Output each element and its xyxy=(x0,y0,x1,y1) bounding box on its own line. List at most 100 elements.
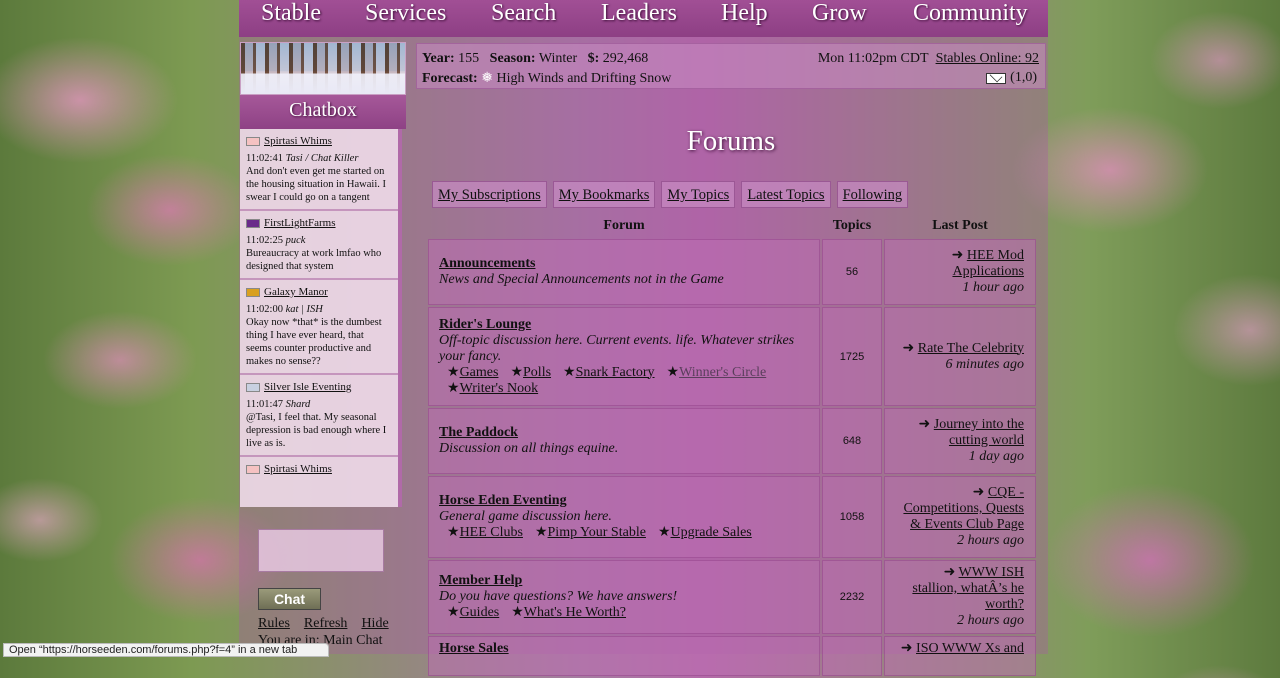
arrow-right-icon: ➜ xyxy=(902,340,915,356)
topic-count: 1058 xyxy=(822,476,882,558)
last-post-link[interactable]: WWW ISH stallion, whatÂ’s he worth? xyxy=(912,565,1024,612)
chat-text: @Tasi, I feel that. My seasonal depressi… xyxy=(246,412,387,449)
chat-text: Okay now *that* is the dumbest thing I h… xyxy=(246,317,382,367)
table-row: The Paddock Discussion on all things equi… xyxy=(428,408,1036,474)
chat-messages[interactable]: Spirtasi Whims 11:02:41 Tasi / Chat Kill… xyxy=(240,129,402,507)
arrow-right-icon: ➜ xyxy=(972,485,985,500)
chat-user-link[interactable]: Spirtasi Whims xyxy=(264,135,332,148)
forum-link[interactable]: Rider's Lounge xyxy=(439,317,809,333)
chat-message: FirstLightFarms 11:02:25 puck Bureaucrac… xyxy=(240,211,398,280)
col-forum: Forum xyxy=(603,218,645,233)
chat-rules-link[interactable]: Rules xyxy=(258,616,290,632)
nav-leaders[interactable]: Leaders xyxy=(601,0,677,27)
subforum-list: ★HEE Clubs ★Pimp Your Stable ★Upgrade Sa… xyxy=(439,525,809,541)
tab-following[interactable]: Following xyxy=(836,181,909,208)
topic-count: 56 xyxy=(822,239,882,305)
forum-link[interactable]: Member Help xyxy=(439,573,809,589)
table-row: Announcements News and Special Announceme… xyxy=(428,239,1036,305)
chat-hide-link[interactable]: Hide xyxy=(361,616,388,632)
top-nav: Stable Services Search Leaders Help Grow… xyxy=(239,0,1048,37)
star-icon: ★ xyxy=(563,364,576,380)
season-value: Winter xyxy=(538,51,578,66)
mail-icon[interactable] xyxy=(986,72,1007,84)
star-icon: ★ xyxy=(447,605,460,620)
chat-input[interactable] xyxy=(258,529,384,572)
year-value: 155 xyxy=(458,51,480,66)
chat-user-link[interactable]: Silver Isle Eventing xyxy=(264,381,351,394)
forum-tabs: My Subscriptions My Bookmarks My Topics … xyxy=(432,181,909,208)
nav-stable[interactable]: Stable xyxy=(261,0,321,27)
chat-text: And don't even get me started on the hou… xyxy=(246,166,386,203)
star-icon: ★ xyxy=(657,525,671,540)
table-row: Member Help Do you have questions? We hav… xyxy=(428,560,1036,634)
last-post-link[interactable]: Rate The Celebrity xyxy=(918,341,1024,356)
nav-search[interactable]: Search xyxy=(491,0,556,27)
topic-count: 1725 xyxy=(822,307,882,406)
last-post-link[interactable]: Journey into the cutting world xyxy=(934,417,1024,448)
star-icon: ★ xyxy=(511,605,524,620)
chat-message: Spirtasi Whims 11:02:41 Tasi / Chat Kill… xyxy=(240,129,398,211)
tab-my-bookmarks[interactable]: My Bookmarks xyxy=(552,181,656,208)
star-icon: ★ xyxy=(510,364,524,380)
subforum-link[interactable]: Upgrade Sales xyxy=(671,525,752,540)
subforum-link[interactable]: Pimp Your Stable xyxy=(548,525,646,540)
forum-link[interactable]: Horse Eden Eventing xyxy=(439,493,809,509)
nav-community[interactable]: Community xyxy=(913,0,1028,27)
subforum-link[interactable]: What's He Worth? xyxy=(524,605,626,620)
table-row: Horse Eden Eventing General game discussi… xyxy=(428,476,1036,558)
flag-icon xyxy=(246,465,260,474)
nav-services[interactable]: Services xyxy=(365,0,446,27)
forum-link[interactable]: The Paddock xyxy=(439,425,809,441)
last-post-link[interactable]: CQE - Competitions, Quests & Events Club… xyxy=(903,485,1024,532)
browser-status-bar: Open “https://horseeden.com/forums.php?f… xyxy=(3,643,329,657)
subforum-link[interactable]: Writer's Nook xyxy=(460,381,539,396)
stable-banner-image xyxy=(240,42,406,95)
topic-count: 648 xyxy=(822,408,882,474)
snowflake-icon: ❅ xyxy=(481,71,493,86)
nav-help[interactable]: Help xyxy=(721,0,768,27)
col-topics: Topics xyxy=(832,218,872,233)
star-icon: ★ xyxy=(666,364,680,380)
forecast-value: High Winds and Drifting Snow xyxy=(496,71,672,86)
nav-grow[interactable]: Grow xyxy=(812,0,867,27)
star-icon: ★ xyxy=(447,380,460,396)
subforum-link[interactable]: Snark Factory xyxy=(576,365,655,380)
stables-online-link[interactable]: Stables Online: 92 xyxy=(936,51,1039,66)
flag-icon xyxy=(246,219,260,228)
tab-my-subscriptions[interactable]: My Subscriptions xyxy=(432,181,547,208)
subforum-list: ★Games ★Polls ★Snark Factory ★Winner's C… xyxy=(439,365,809,397)
chatbox-title: Chatbox xyxy=(240,95,406,129)
chat-text: Bureaucracy at work lmfao who designed t… xyxy=(246,248,382,272)
chat-message: Galaxy Manor 11:02:00 kat | ISH Okay now… xyxy=(240,280,398,375)
tab-my-topics[interactable]: My Topics xyxy=(661,181,736,208)
arrow-right-icon: ➜ xyxy=(918,417,931,432)
arrow-right-icon: ➜ xyxy=(943,565,956,580)
flag-icon xyxy=(246,288,260,297)
page-title: Forums xyxy=(686,125,776,157)
chat-refresh-link[interactable]: Refresh xyxy=(304,616,348,632)
server-time: Mon 11:02pm CDT xyxy=(817,51,929,66)
arrow-right-icon: ➜ xyxy=(951,248,964,263)
subforum-link[interactable]: Polls xyxy=(523,365,551,380)
money-value: 292,468 xyxy=(602,51,649,66)
chat-message: Silver Isle Eventing 11:01:47 Shard @Tas… xyxy=(240,375,398,457)
last-post-link[interactable]: HEE Mod Applications xyxy=(952,248,1024,279)
subforum-link[interactable]: Games xyxy=(460,365,499,380)
chat-send-button[interactable]: Chat xyxy=(258,588,321,610)
flag-icon xyxy=(246,383,260,392)
subforum-link[interactable]: HEE Clubs xyxy=(460,525,523,540)
chat-user-link[interactable]: Galaxy Manor xyxy=(264,286,328,299)
tab-latest-topics[interactable]: Latest Topics xyxy=(741,181,831,208)
chat-user-link[interactable]: Spirtasi Whims xyxy=(264,463,332,476)
forum-link[interactable]: Announcements xyxy=(439,256,809,272)
flag-icon xyxy=(246,137,260,146)
col-last-post: Last Post xyxy=(932,218,988,233)
subforum-link[interactable]: Guides xyxy=(460,605,500,620)
subforum-link[interactable]: Winner's Circle xyxy=(679,365,766,380)
chat-links: Rules Refresh Hide xyxy=(258,616,389,632)
topic-count: 2232 xyxy=(822,560,882,634)
chat-user-link[interactable]: FirstLightFarms xyxy=(264,217,336,230)
forum-link[interactable]: Horse Sales xyxy=(439,641,809,657)
table-row: Horse Sales ➜ ISO WWW Xs and xyxy=(428,636,1036,676)
mail-count: (1,0) xyxy=(1010,70,1037,85)
